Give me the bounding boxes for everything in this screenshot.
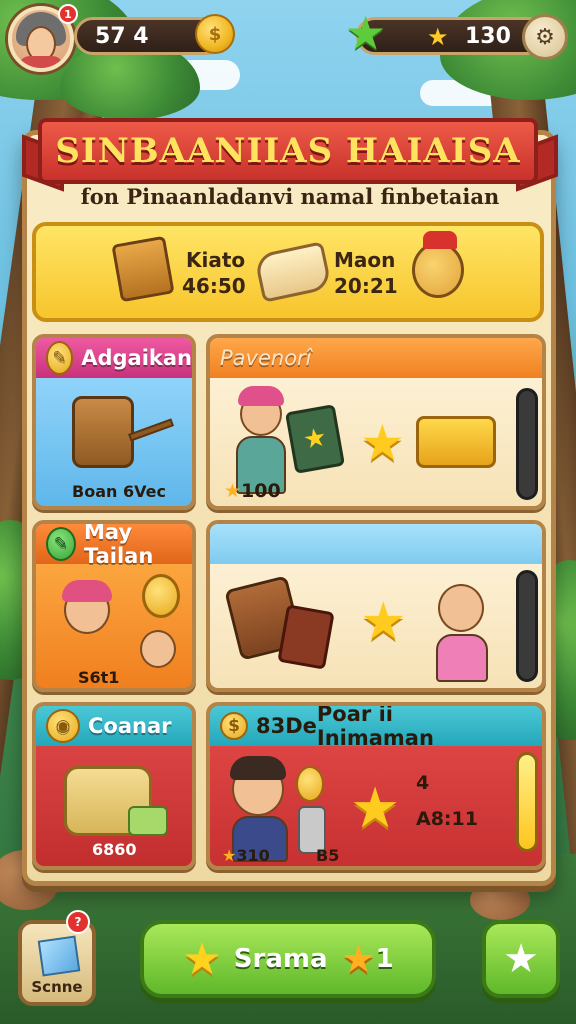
card-value-b: B5: [316, 846, 340, 865]
coin-icon: [142, 574, 180, 618]
character-mascot-icon: [412, 231, 464, 298]
star-icon: ★: [350, 776, 401, 841]
next-button[interactable]: ★: [482, 920, 560, 998]
card-blank[interactable]: ★: [206, 520, 546, 692]
cube-icon: [37, 935, 81, 977]
banner-left-label: Kiato: [186, 248, 246, 272]
notification-badge: 1: [58, 4, 78, 24]
green-star-icon: ★: [345, 6, 387, 60]
card-badge: 83De: [256, 714, 317, 738]
card-title: Poar ii Inimaman: [316, 702, 434, 750]
inventory-label: Scnne: [31, 978, 83, 996]
reward-banner[interactable]: Kiato 46:50 Maon 20:21: [32, 222, 544, 322]
play-count: 1: [375, 944, 394, 974]
coin-icon: $: [195, 14, 235, 54]
banner-left-value: 46:50: [182, 274, 246, 298]
top-hud: 1 57 4 $ ★ ★ 130 ⚙: [8, 4, 568, 72]
card-title: May Tailan: [83, 520, 154, 568]
play-label: Srama: [233, 944, 328, 974]
coin-count: 57 4: [95, 23, 149, 49]
card-title: Adgaikan: [81, 346, 192, 370]
star-count: 130: [465, 23, 511, 49]
card-mark: 4: [416, 772, 430, 794]
star-icon: ★: [182, 933, 222, 985]
leaf-icon: ✎: [46, 527, 76, 561]
play-button[interactable]: ★ Srama ★ 1: [140, 920, 436, 998]
card-title: Pavenorî: [220, 346, 312, 370]
lightbulb-icon: [296, 766, 324, 802]
chest-icon: [111, 235, 175, 303]
card-value: 6860: [92, 840, 137, 859]
page-subtitle: fon Pinaanladanvi namal finbetaian: [80, 184, 500, 209]
card-timer: A8:11: [416, 808, 478, 830]
card-poar-ii-inimaman[interactable]: $ 83De Poar ii Inimaman ★ 4 A8:11 ★310 B…: [206, 702, 546, 870]
card-pavenori[interactable]: Pavenorî ★ ★ ★100: [206, 334, 546, 510]
banner-right-label: Maon: [334, 248, 396, 272]
card-value-a: 310: [236, 846, 270, 865]
card-value: 100: [241, 480, 281, 502]
compass-icon: ◉: [46, 709, 80, 743]
character-face: [438, 584, 484, 632]
settings-button[interactable]: ⚙: [522, 14, 568, 60]
page-title: SINBAANIIAS HAIAISA: [55, 131, 521, 171]
badge-star-icon: ★: [341, 937, 376, 981]
card-title: Coanar: [88, 714, 172, 738]
card-adgaikan[interactable]: ✎ Adgaikan Boan 6Vec: [32, 334, 196, 510]
card-footer: S6t1: [78, 668, 120, 687]
scroll-icon: [253, 241, 333, 303]
pencil-icon: ✎: [46, 341, 74, 375]
banner-right-value: 20:21: [334, 274, 398, 298]
coin-icon: $: [220, 712, 248, 740]
progress-bar: [516, 570, 538, 682]
coin-counter[interactable]: 57 4 $: [74, 14, 235, 55]
star-counter[interactable]: ★ ★ 130: [345, 10, 546, 56]
inventory-notification-badge: ?: [66, 910, 90, 934]
star-arrow-icon: ★: [503, 936, 539, 982]
progress-bar: [516, 752, 538, 852]
card-coanar[interactable]: ◉ Coanar 6860: [32, 702, 196, 870]
title-ribbon: SINBAANIIAS HAIAISA: [38, 118, 538, 184]
progress-bar: [516, 388, 538, 500]
arrow-star-icon: ★: [360, 414, 405, 472]
card-footer: Boan 6Vec: [72, 482, 166, 501]
book-icon: ★: [284, 404, 346, 474]
gold-star-icon: ★: [427, 23, 449, 51]
gold-pile-icon: [416, 416, 496, 468]
card-may-tailan[interactable]: ✎ May Tailan S6t1: [32, 520, 196, 692]
bucket-icon: [72, 396, 134, 468]
star-icon: ★: [360, 592, 407, 652]
